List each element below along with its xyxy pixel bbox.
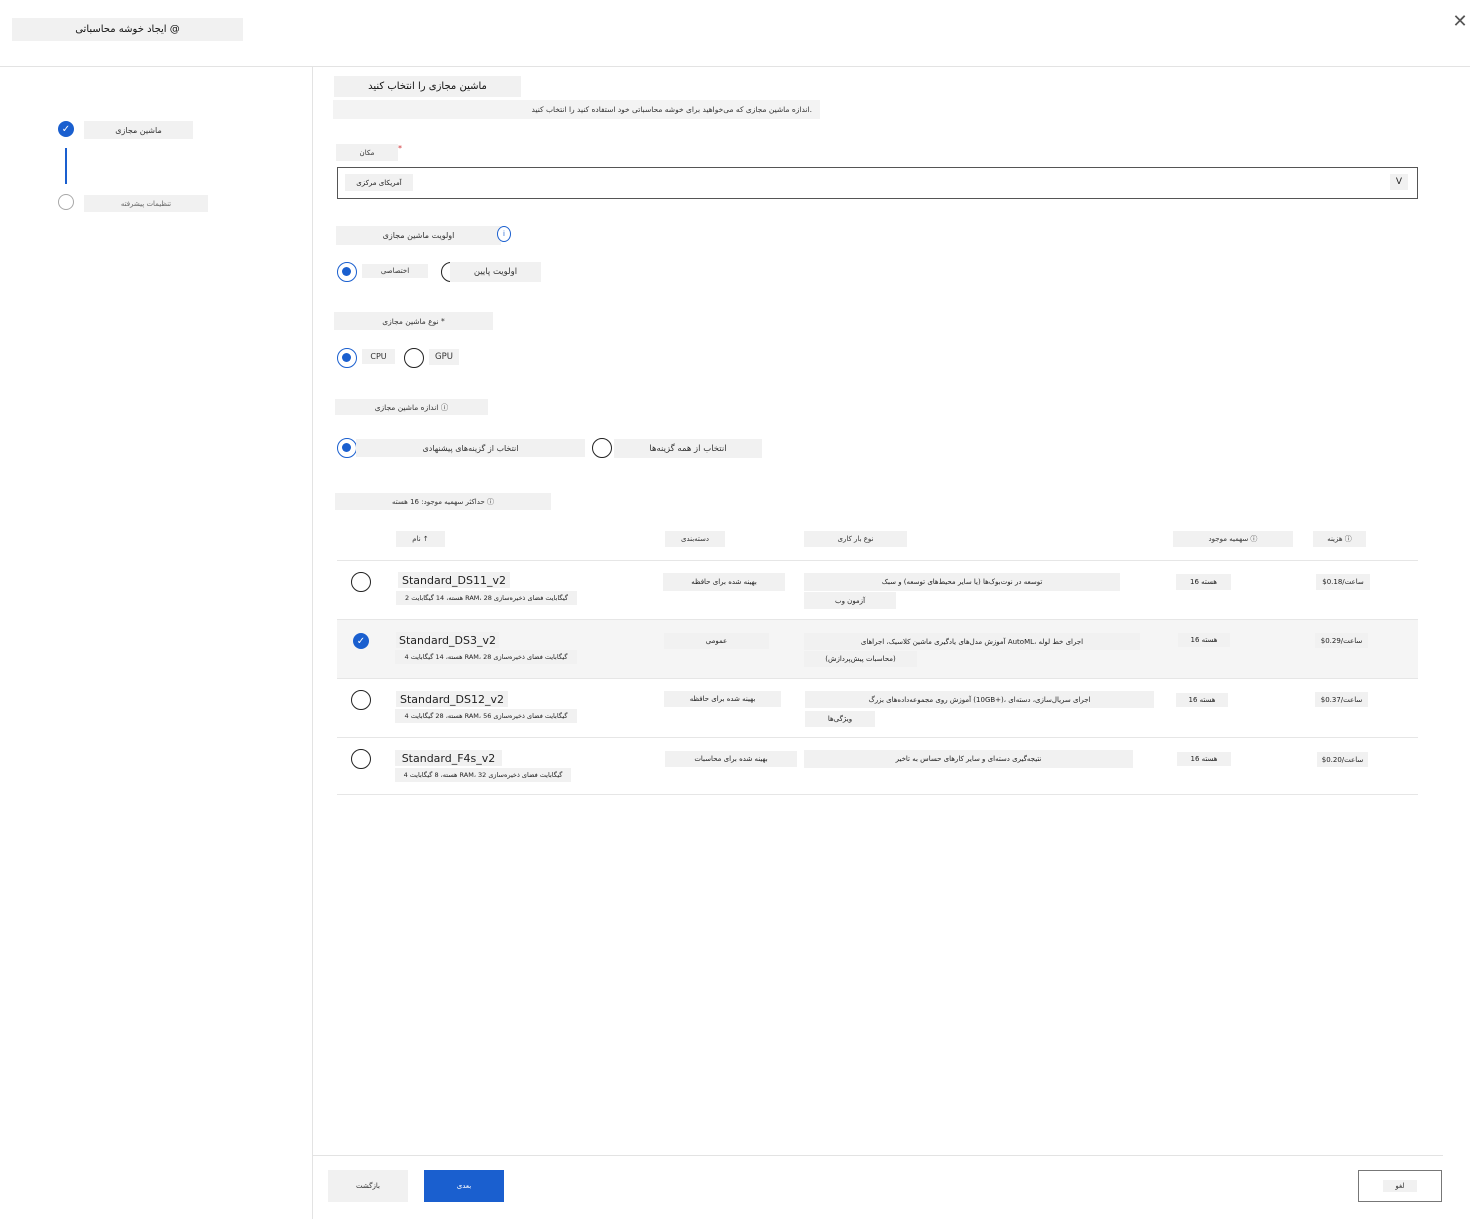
- chevron-down-icon[interactable]: V: [1390, 174, 1408, 190]
- step-connector: [65, 148, 67, 184]
- radio-dedicated-label: اختصاصی: [362, 264, 428, 278]
- step-label-virtual-machine[interactable]: ماشین مجازی: [84, 121, 193, 139]
- step-pending-circle-icon: [58, 194, 74, 210]
- vm-name: Standard_DS11_v2: [398, 572, 510, 588]
- table-row-radio[interactable]: [351, 690, 371, 710]
- vm-quota: 16 هسته: [1177, 752, 1231, 766]
- table-row-divider: [337, 737, 1418, 738]
- vm-quota: 16 هسته: [1178, 633, 1230, 647]
- radio-all-options[interactable]: [592, 438, 612, 458]
- radio-gpu[interactable]: [404, 348, 424, 368]
- cancel-button[interactable]: لغو: [1358, 1170, 1442, 1202]
- step-completed-check-icon: ✓: [58, 121, 74, 137]
- radio-cpu-label: CPU: [362, 349, 395, 364]
- vm-type-label: نوع ماشین مجازی *: [334, 312, 493, 330]
- footer-divider: [313, 1155, 1443, 1156]
- radio-dedicated[interactable]: [337, 262, 357, 282]
- vm-name: Standard_DS3_v2: [396, 632, 499, 648]
- required-asterisk: *: [398, 144, 402, 153]
- vm-spec: 4 هسته، 8 گیگابایت RAM، 32 گیگابایت فضای…: [395, 768, 571, 782]
- section-subtitle: اندازه ماشین مجازی که می‌خواهید برای خوش…: [333, 100, 820, 119]
- radio-low-priority-label: اولویت پایین: [450, 262, 541, 282]
- vm-cost: $0.37/ساعت: [1315, 692, 1368, 707]
- vm-size-label: اندازه ماشین مجازی ⓘ: [335, 399, 488, 415]
- vm-category: بهینه شده برای حافظه: [664, 691, 781, 707]
- column-header-name[interactable]: نام ↑: [396, 531, 445, 547]
- column-header-quota[interactable]: سهمیه موجود ⓘ: [1173, 531, 1293, 547]
- close-icon[interactable]: ✕: [1450, 10, 1470, 32]
- vm-workload-extra: (محاسبات پیش‌پردازش): [804, 651, 917, 667]
- vm-workload: آموزش مدل‌های یادگیری ماشین کلاسیک، اجرا…: [804, 633, 1140, 650]
- vm-workload: توسعه در نوت‌بوک‌ها (یا سایر محیط‌های تو…: [804, 573, 1120, 591]
- header-divider: [0, 66, 1470, 67]
- column-header-cost[interactable]: هزینه ⓘ: [1313, 531, 1366, 547]
- radio-recommended-options[interactable]: [337, 438, 357, 458]
- vm-name: Standard_DS12_v2: [396, 691, 508, 707]
- table-row-divider: [337, 794, 1418, 795]
- table-row-divider: [337, 678, 1418, 679]
- vm-category: بهینه شده برای حافظه: [663, 573, 785, 591]
- vm-priority-label: اولویت ماشین مجازی: [336, 226, 501, 245]
- column-header-category[interactable]: دسته‌بندی: [665, 531, 725, 547]
- info-icon[interactable]: i: [497, 226, 511, 242]
- location-selected-value: آمریکای مرکزی: [345, 174, 413, 191]
- step-label-advanced-settings[interactable]: تنظیمات پیشرفته: [84, 195, 208, 212]
- sidebar-divider: [312, 67, 313, 1219]
- table-row-divider: [337, 619, 1418, 620]
- vm-workload: آموزش روی مجموعه‌داده‌های بزرگ (10GB+)، …: [805, 691, 1154, 708]
- section-title: ماشین مجازی را انتخاب کنید: [334, 76, 521, 97]
- location-label: مکان: [336, 144, 398, 161]
- vm-name: Standard_F4s_v2: [395, 750, 502, 766]
- table-row-radio[interactable]: [351, 749, 371, 769]
- cancel-button-label: لغو: [1383, 1180, 1417, 1192]
- vm-cost: $0.18/ساعت: [1316, 574, 1370, 590]
- vm-workload-extra: ویژگی‌ها: [805, 711, 875, 727]
- location-select[interactable]: [337, 167, 1418, 199]
- vm-cost: $0.20/ساعت: [1317, 752, 1368, 767]
- radio-recommended-options-label: انتخاب از گزینه‌های پیشنهادی: [356, 439, 585, 457]
- table-header-divider: [337, 560, 1418, 561]
- panel-title: ایجاد خوشه محاسباتی @: [12, 18, 243, 41]
- vm-workload: نتیجه‌گیری دسته‌ای و سایر کارهای حساس به…: [804, 750, 1133, 768]
- vm-workload-extra: آزمون وب: [804, 592, 896, 609]
- radio-cpu[interactable]: [337, 348, 357, 368]
- vm-spec: 4 هسته، 28 گیگابایت RAM، 56 گیگابایت فضا…: [395, 709, 577, 723]
- table-row-radio[interactable]: [351, 572, 371, 592]
- vm-category: بهینه شده برای محاسبات: [665, 751, 797, 767]
- vm-category: عمومی: [664, 633, 769, 649]
- vm-quota: 16 هسته: [1176, 693, 1228, 707]
- vm-spec: 2 هسته، 14 گیگابایت RAM، 28 گیگابایت فضا…: [396, 591, 577, 605]
- radio-all-options-label: انتخاب از همه گزینه‌ها: [614, 439, 762, 458]
- vm-quota: 16 هسته: [1176, 574, 1231, 590]
- next-button[interactable]: بعدی: [424, 1170, 504, 1202]
- radio-gpu-label: GPU: [429, 349, 459, 365]
- quota-note: حداکثر سهمیه موجود: 16 هسته ⓘ: [335, 493, 551, 510]
- back-button[interactable]: بازگشت: [328, 1170, 408, 1202]
- vm-cost: $0.29/ساعت: [1315, 633, 1368, 648]
- selected-check-icon[interactable]: ✓: [353, 633, 369, 649]
- column-header-workload[interactable]: نوع بار کاری: [804, 531, 907, 547]
- vm-spec: 4 هسته، 14 گیگابایت RAM، 28 گیگابایت فضا…: [395, 650, 577, 664]
